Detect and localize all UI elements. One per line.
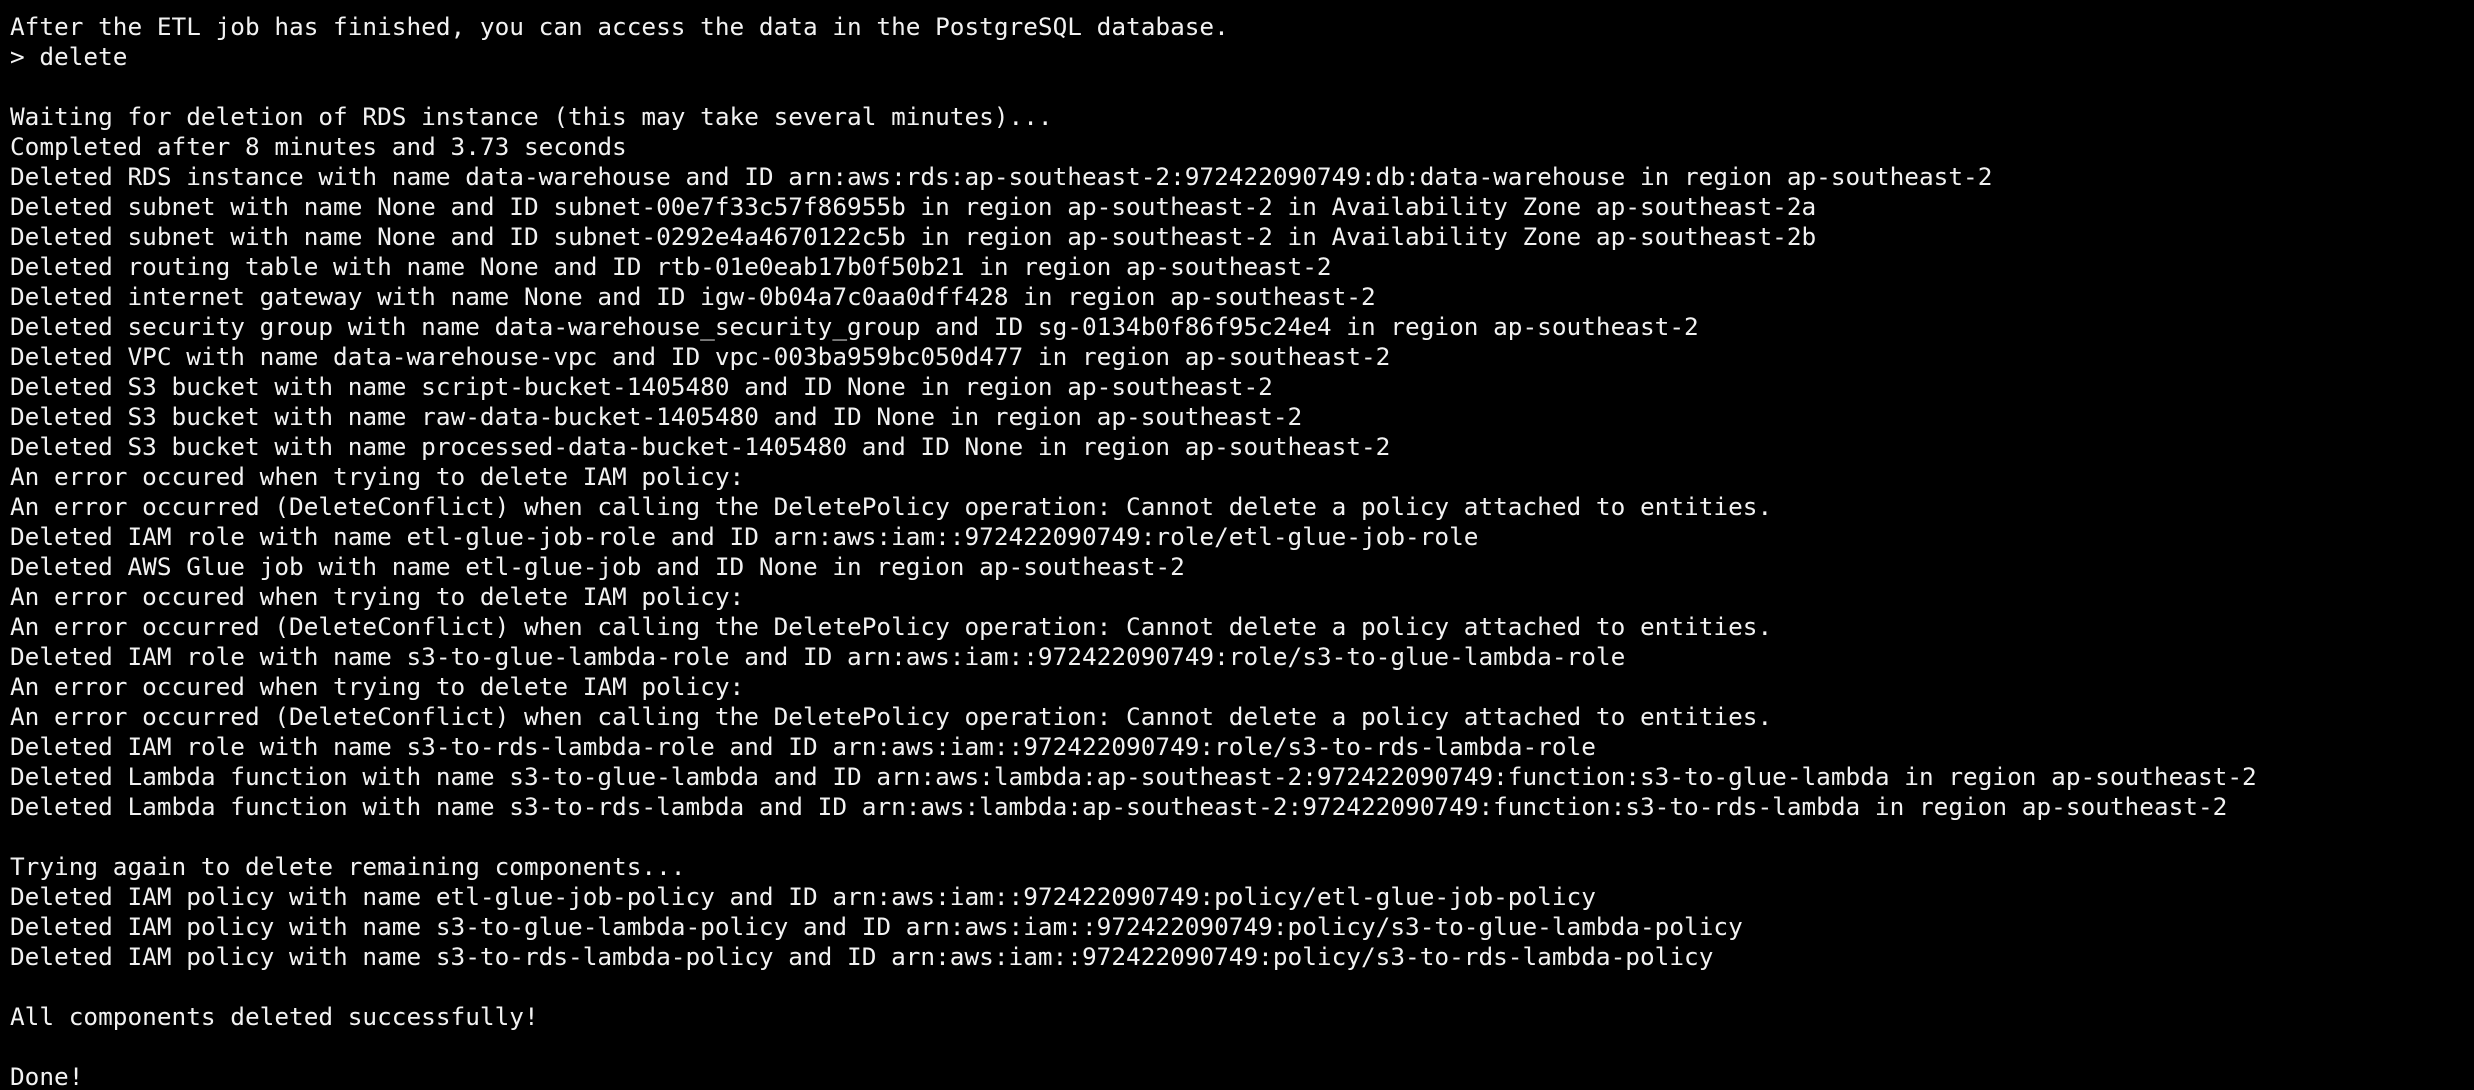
terminal-line: Deleted AWS Glue job with name etl-glue-… [10,552,1185,581]
terminal-line: After the ETL job has finished, you can … [10,12,1229,41]
terminal-line: An error occured when trying to delete I… [10,582,745,611]
terminal-line: Completed after 8 minutes and 3.73 secon… [10,132,627,161]
terminal-line: Waiting for deletion of RDS instance (th… [10,102,1053,131]
terminal-line: Deleted S3 bucket with name processed-da… [10,432,1391,461]
terminal-output[interactable]: After the ETL job has finished, you can … [0,0,2474,1090]
terminal-line: Done! [10,1062,84,1090]
terminal-line: Deleted RDS instance with name data-ware… [10,162,1993,191]
terminal-line: Deleted Lambda function with name s3-to-… [10,762,2257,791]
terminal-line: Deleted IAM policy with name s3-to-rds-l… [10,942,1714,971]
terminal-line: Deleted IAM role with name s3-to-rds-lam… [10,732,1596,761]
terminal-line: Deleted IAM role with name etl-glue-job-… [10,522,1479,551]
terminal-line: An error occurred (DeleteConflict) when … [10,492,1773,521]
terminal-line: Deleted S3 bucket with name raw-data-buc… [10,402,1303,431]
terminal-line: Deleted subnet with name None and ID sub… [10,222,1817,251]
terminal-line: Deleted security group with name data-wa… [10,312,1699,341]
terminal-line: Deleted IAM policy with name etl-glue-jo… [10,882,1596,911]
terminal-line: Deleted internet gateway with name None … [10,282,1376,311]
terminal-line: > delete [10,42,128,71]
terminal-line: Deleted S3 bucket with name script-bucke… [10,372,1273,401]
terminal-line: An error occurred (DeleteConflict) when … [10,702,1773,731]
terminal-line: Deleted IAM policy with name s3-to-glue-… [10,912,1743,941]
terminal-line: An error occured when trying to delete I… [10,462,745,491]
terminal-line: Deleted Lambda function with name s3-to-… [10,792,2228,821]
terminal-line: Deleted IAM role with name s3-to-glue-la… [10,642,1626,671]
terminal-line: All components deleted successfully! [10,1002,539,1031]
terminal-line: An error occured when trying to delete I… [10,672,745,701]
terminal-line: Deleted routing table with name None and… [10,252,1332,281]
terminal-line: Deleted VPC with name data-warehouse-vpc… [10,342,1391,371]
terminal-line: Deleted subnet with name None and ID sub… [10,192,1817,221]
terminal-line: An error occurred (DeleteConflict) when … [10,612,1773,641]
terminal-line: Trying again to delete remaining compone… [10,852,686,881]
